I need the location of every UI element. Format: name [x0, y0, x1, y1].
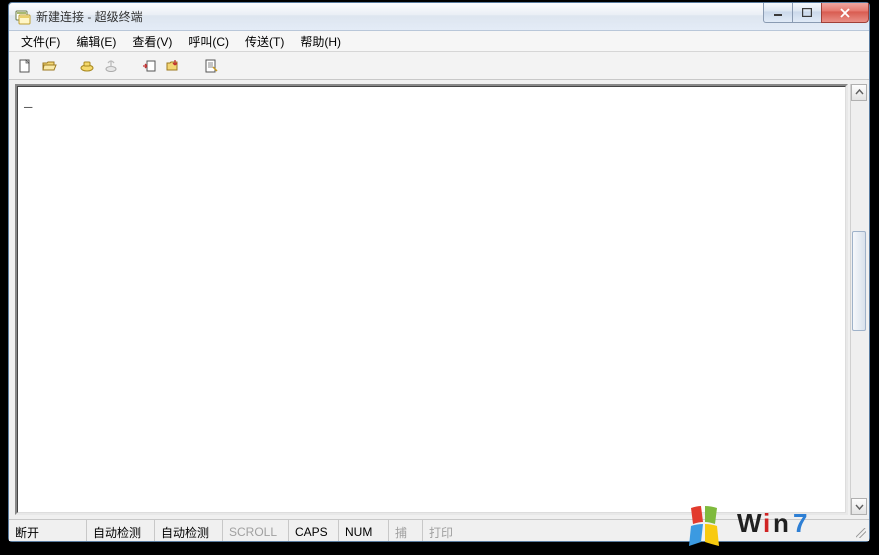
status-connection: 断开 [9, 520, 87, 541]
menu-call[interactable]: 呼叫(C) [180, 31, 237, 52]
scrollbar-track[interactable] [851, 101, 867, 498]
menu-help[interactable]: 帮助(H) [292, 31, 349, 52]
terminal-content[interactable]: _ [17, 86, 846, 513]
status-spacer [467, 520, 851, 541]
receive-icon [165, 58, 181, 74]
open-button[interactable] [39, 56, 59, 76]
close-button[interactable] [821, 3, 869, 23]
minimize-button[interactable] [763, 3, 793, 23]
scroll-up-button[interactable] [851, 84, 867, 101]
toolbar-separator [125, 56, 135, 76]
status-autodetect-1: 自动检测 [87, 520, 155, 541]
menu-file[interactable]: 文件(F) [13, 31, 68, 52]
send-icon [141, 58, 157, 74]
app-icon [15, 9, 31, 25]
vertical-scrollbar[interactable] [850, 84, 867, 515]
maximize-button[interactable] [792, 3, 822, 23]
client-area: _ [9, 80, 869, 519]
statusbar: 断开 自动检测 自动检测 SCROLL CAPS NUM 捕 打印 [9, 519, 869, 541]
new-button[interactable] [15, 56, 35, 76]
chevron-up-icon [855, 88, 864, 97]
menu-transfer[interactable]: 传送(T) [237, 31, 292, 52]
toolbar-separator [187, 56, 197, 76]
status-num: NUM [339, 520, 389, 541]
terminal[interactable]: _ [15, 84, 848, 515]
properties-icon [203, 58, 219, 74]
window-title: 新建连接 - 超级终端 [36, 8, 143, 25]
receive-button[interactable] [163, 56, 183, 76]
app-window: 新建连接 - 超级终端 文件(F) 编辑(E) 查看(V) 呼叫(C) 传送(T… [8, 2, 870, 542]
menu-edit[interactable]: 编辑(E) [68, 31, 124, 52]
scrollbar-thumb[interactable] [852, 231, 866, 331]
scroll-down-button[interactable] [851, 498, 867, 515]
titlebar[interactable]: 新建连接 - 超级终端 [9, 3, 869, 31]
maximize-icon [802, 8, 812, 17]
window-controls [764, 3, 869, 23]
connect-icon [79, 58, 95, 74]
connect-button[interactable] [77, 56, 97, 76]
status-scroll: SCROLL [223, 520, 289, 541]
disconnect-icon [103, 58, 119, 74]
resize-grip[interactable] [851, 520, 869, 541]
toolbar [9, 52, 869, 80]
status-print: 打印 [423, 520, 467, 541]
toolbar-separator [63, 56, 73, 76]
minimize-icon [773, 9, 783, 17]
status-autodetect-2: 自动检测 [155, 520, 223, 541]
menubar: 文件(F) 编辑(E) 查看(V) 呼叫(C) 传送(T) 帮助(H) [9, 31, 869, 52]
new-icon [17, 58, 33, 74]
status-capture: 捕 [389, 520, 423, 541]
open-icon [41, 58, 57, 74]
close-icon [839, 8, 851, 18]
send-button[interactable] [139, 56, 159, 76]
properties-button[interactable] [201, 56, 221, 76]
status-caps: CAPS [289, 520, 339, 541]
disconnect-button[interactable] [101, 56, 121, 76]
menu-view[interactable]: 查看(V) [124, 31, 180, 52]
chevron-down-icon [855, 502, 864, 511]
terminal-text: _ [24, 95, 32, 111]
